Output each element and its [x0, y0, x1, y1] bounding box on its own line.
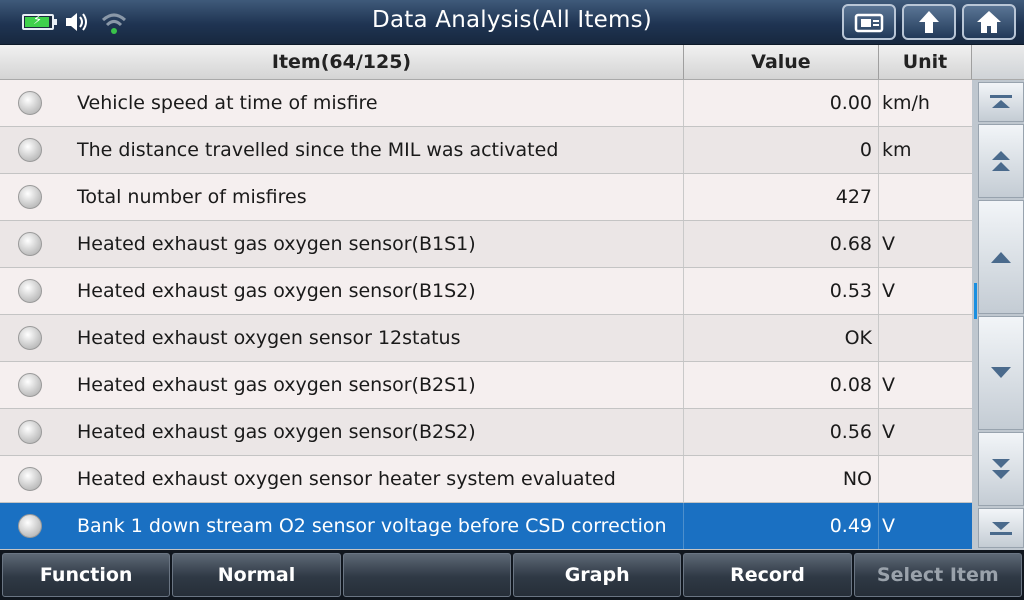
table-row[interactable]: Heated exhaust gas oxygen sensor(B2S1) 0…	[0, 362, 972, 409]
table-row[interactable]: Heated exhaust gas oxygen sensor(B2S2) 0…	[0, 409, 972, 456]
item-name: Vehicle speed at time of misfire	[60, 80, 684, 126]
table-row[interactable]: Heated exhaust gas oxygen sensor(B1S2) 0…	[0, 268, 972, 315]
function-button[interactable]: Function	[2, 553, 171, 597]
data-table: Item(64/125) Value Unit Vehicle speed at…	[0, 45, 972, 550]
page-down-button[interactable]	[978, 432, 1024, 506]
column-header-value: Value	[684, 45, 879, 79]
page-up-button[interactable]	[978, 124, 1024, 198]
normal-button[interactable]: Normal	[172, 553, 341, 597]
title-bar: ⚡ Data Analysis(All Items)	[0, 0, 1024, 45]
row-radio[interactable]	[18, 467, 42, 491]
item-name: Heated exhaust oxygen sensor heater syst…	[60, 456, 684, 502]
back-arrow-icon	[919, 11, 939, 33]
item-name: Heated exhaust gas oxygen sensor(B2S1)	[60, 362, 684, 408]
scroll-top-button[interactable]	[978, 82, 1024, 122]
row-radio[interactable]	[18, 138, 42, 162]
row-radio[interactable]	[18, 373, 42, 397]
empty-button[interactable]	[342, 553, 511, 597]
item-unit: V	[882, 515, 895, 537]
column-header-item: Item(64/125)	[0, 45, 684, 79]
item-unit	[879, 174, 972, 220]
screenshot-button[interactable]	[842, 4, 896, 40]
item-name: Bank 1 down stream O2 sensor voltage bef…	[60, 503, 684, 549]
row-radio[interactable]	[18, 420, 42, 444]
table-row-selected[interactable]: Bank 1 down stream O2 sensor voltage bef…	[0, 503, 972, 550]
item-unit: km	[882, 139, 912, 161]
item-value: NO	[684, 456, 879, 502]
item-name: Heated exhaust gas oxygen sensor(B1S1)	[60, 221, 684, 267]
item-value: 0	[684, 127, 879, 173]
up-icon	[991, 252, 1011, 263]
top-buttons	[842, 4, 1016, 40]
scroll-down-button[interactable]	[978, 316, 1024, 430]
item-name: Heated exhaust gas oxygen sensor(B2S2)	[60, 409, 684, 455]
item-unit	[879, 456, 972, 502]
scroll-position-indicator[interactable]	[974, 283, 977, 319]
item-name: The distance travelled since the MIL was…	[60, 127, 684, 173]
bottom-toolbar: Function Normal Graph Record Select Item	[0, 550, 1024, 600]
home-button[interactable]	[962, 4, 1016, 40]
scroll-bottom-button[interactable]	[978, 508, 1024, 548]
item-unit: V	[882, 233, 895, 255]
down-icon	[991, 367, 1011, 378]
item-value: 0.08	[684, 362, 879, 408]
table-row[interactable]: Heated exhaust gas oxygen sensor(B1S1) 0…	[0, 221, 972, 268]
table-header: Item(64/125) Value Unit	[0, 45, 972, 80]
item-unit	[879, 315, 972, 361]
row-radio[interactable]	[18, 185, 42, 209]
table-body: Vehicle speed at time of misfire 0.00 km…	[0, 80, 972, 550]
table-row[interactable]: Total number of misfires 427	[0, 174, 972, 221]
back-button[interactable]	[902, 4, 956, 40]
item-value: 0.49	[684, 503, 879, 549]
select-item-button[interactable]: Select Item	[853, 553, 1022, 597]
scroll-top-icon	[990, 95, 1012, 108]
row-radio[interactable]	[18, 91, 42, 115]
item-value: 427	[684, 174, 879, 220]
home-icon	[977, 11, 1001, 33]
item-value: 0.00	[684, 80, 879, 126]
scroll-controls	[972, 45, 1024, 550]
scroll-header	[972, 45, 1024, 80]
item-value: OK	[684, 315, 879, 361]
item-name: Total number of misfires	[60, 174, 684, 220]
item-value: 0.53	[684, 268, 879, 314]
item-name: Heated exhaust gas oxygen sensor(B1S2)	[60, 268, 684, 314]
screenshot-icon	[854, 13, 884, 33]
item-unit: V	[882, 421, 895, 443]
column-header-unit: Unit	[879, 45, 972, 79]
item-unit: V	[882, 280, 895, 302]
row-radio[interactable]	[18, 279, 42, 303]
item-unit: km/h	[882, 92, 930, 114]
row-radio[interactable]	[18, 514, 42, 538]
table-row[interactable]: The distance travelled since the MIL was…	[0, 127, 972, 174]
scroll-up-button[interactable]	[978, 200, 1024, 314]
graph-button[interactable]: Graph	[512, 553, 682, 597]
table-row[interactable]: Vehicle speed at time of misfire 0.00 km…	[0, 80, 972, 127]
table-row[interactable]: Heated exhaust oxygen sensor 12status OK	[0, 315, 972, 362]
item-name: Heated exhaust oxygen sensor 12status	[60, 315, 684, 361]
page-up-icon	[992, 151, 1010, 171]
item-value: 0.56	[684, 409, 879, 455]
scroll-bottom-icon	[990, 522, 1012, 535]
item-unit: V	[882, 374, 895, 396]
row-radio[interactable]	[18, 326, 42, 350]
row-radio[interactable]	[18, 232, 42, 256]
page-down-icon	[992, 459, 1010, 479]
table-row[interactable]: Heated exhaust oxygen sensor heater syst…	[0, 456, 972, 503]
item-value: 0.68	[684, 221, 879, 267]
record-button[interactable]: Record	[683, 553, 852, 597]
